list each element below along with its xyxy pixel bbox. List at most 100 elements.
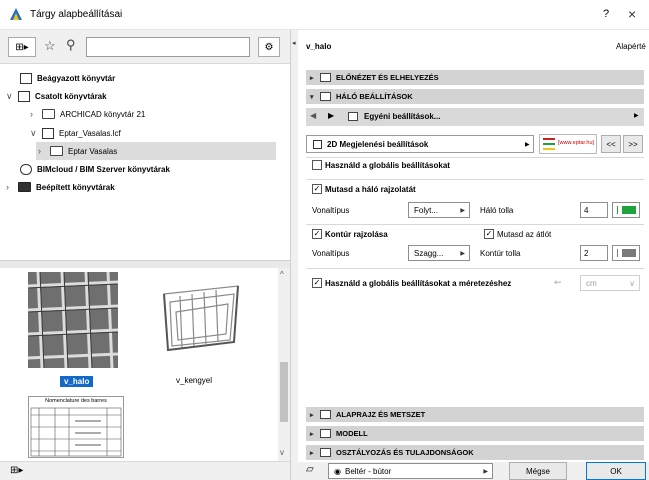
thumbnail-v-kengyel[interactable]: v_kengyel [150,272,250,388]
next-page-icon[interactable]: ▶ [328,111,334,120]
contour-pen-input[interactable]: 2 [580,245,608,261]
linked-library-icon [18,90,30,102]
next-settings-button[interactable]: >> [623,135,643,153]
mesh-pen-color-swatch[interactable] [612,202,640,218]
default-label: Alapérté [616,42,646,51]
section-classification[interactable]: ▸ OSZTÁLYOZÁS ÉS TULAJDONSÁGOK [306,445,644,460]
chevron-down-icon[interactable]: ∨ [6,91,18,102]
tree-item-eptar-vasalas[interactable]: › Eptar Vasalas [36,142,276,160]
tree-item-eptar-lcf[interactable]: ∨ Eptar_Vasalas.lcf [30,124,121,142]
title-bar: Tárgy alapbeállításai ? × [0,0,649,30]
checkbox-box [312,160,322,170]
folder-icon [50,146,63,156]
gear-icon: ⚙ [264,41,274,53]
thumbnail-v-halo[interactable]: v_halo [27,271,119,388]
app-icon [10,8,22,20]
scroll-down-icon[interactable]: v [280,448,284,457]
chevron-right-icon[interactable]: › [30,109,42,119]
unit-dropdown[interactable]: cm ∨ [580,275,640,291]
tree-item-embedded-library[interactable]: Beágyazott könyvtár [20,69,115,87]
scrollbar-thumb[interactable] [280,362,288,422]
divider [306,157,644,158]
divider [306,268,644,269]
line-type-dropdown-2[interactable]: Szagg... ▶ [408,245,470,261]
custom-settings-bar: ◀ ▶ Egyéni beállítások... ▶ [306,108,644,126]
ok-button[interactable]: OK [586,462,646,480]
tree-item-archicad-library[interactable]: › ARCHICAD könyvtár 21 [30,105,145,123]
settings-page-icon [348,112,358,121]
pane-splitter[interactable] [0,260,290,268]
scroll-up-icon[interactable]: ^ [280,270,284,279]
prev-settings-button[interactable]: << [601,135,621,153]
mesh-pen-input[interactable]: 4 [580,202,608,218]
dropdown-arrow-icon: ▶ [525,142,530,148]
contour-pen-label: Kontúr tolla [480,249,521,258]
section-plan[interactable]: ▸ ALAPRAJZ ÉS METSZET [306,407,644,422]
window-title: Tárgy alapbeállításai [30,9,123,20]
library-settings-button[interactable]: ⚙ [258,37,280,57]
mesh-pen-label: Háló tolla [480,206,514,215]
mesh-icon [320,92,331,101]
show-diagonal-checkbox[interactable]: ✓ Mutasd az átlót [484,229,551,239]
line-type-dropdown-1[interactable]: Folyt... ▶ [408,202,470,218]
use-global-checkbox[interactable]: Használd a globális beállításokat [312,160,450,170]
search-icon[interactable]: ⚲ [66,37,76,53]
tree-item-builtin[interactable]: › Beépített könyvtárak [6,178,115,196]
chevron-right-icon: ▸ [310,74,314,82]
folder-icon [18,182,31,192]
chevron-down-icon[interactable]: ∨ [30,128,42,139]
folder-icon [42,109,55,119]
library-tree: Beágyazott könyvtár ∨ Csatolt könyvtárak… [0,64,290,260]
help-button[interactable]: ? [603,8,609,20]
section-model[interactable]: ▸ MODELL [306,426,644,441]
thumbnail-label-v-kengyel: v_kengyel [176,376,213,385]
classification-icon [320,448,331,457]
panel-divider[interactable]: ◂ [290,30,298,480]
plan-section-icon [320,410,331,419]
eptar-logo-text: [www.eptar.hu] [558,140,595,146]
settings-panel: v_halo Alapérté ▸ ELŐNÉZET ÉS ELHELYEZÉS… [298,30,649,480]
use-global-dimension-checkbox[interactable]: ✓ Használd a globális beállításokat a mé… [312,278,511,288]
dimension-icon: ⇜ [554,277,562,287]
nomenclature-table-image [30,407,122,457]
chevron-down-icon: ▾ [310,93,314,101]
chevron-right-icon[interactable]: › [38,146,50,156]
close-button[interactable]: × [628,6,636,22]
show-mesh-checkbox[interactable]: ✓ Mutasd a háló rajzolatát [312,184,416,194]
checkbox-box: ✓ [312,184,322,194]
preview-icon [320,73,331,82]
search-input[interactable] [86,37,250,57]
contour-pen-color [622,249,636,257]
checkbox-box: ✓ [484,229,494,239]
line-type-label-1: Vonaltípus [312,206,350,215]
thumbnail-label-v-halo: v_halo [60,376,94,387]
cancel-button[interactable]: Mégse [509,462,567,480]
chevron-right-icon: ▸ [310,430,314,438]
tree-item-bimcloud[interactable]: BIMcloud / BIM Szerver könyvtárak [20,160,170,178]
library-footer: ⊞▸ [0,461,290,480]
chevron-right-icon[interactable]: › [6,182,18,192]
favorites-star-icon[interactable]: ☆ [44,38,56,54]
thumbnail-scrollbar[interactable]: ^ v [278,268,290,461]
contour-checkbox[interactable]: ✓ Kontúr rajzolása [312,229,388,239]
library-view-button[interactable]: ⊞▸ [8,37,36,57]
tree-item-linked-libraries[interactable]: ∨ Csatolt könyvtárak [6,87,107,105]
model-cube-icon [320,429,331,438]
eptar-logo: [www.eptar.hu] [539,134,597,154]
dropdown-arrow-icon[interactable]: ▶ [634,112,639,119]
prev-page-icon[interactable]: ◀ [310,111,316,120]
custom-settings-dropdown[interactable]: Egyéni beállítások... [364,112,440,121]
library-manager-icon[interactable]: ⊞▸ [10,465,23,476]
object-thumbnails: v_halo v_kengyel Nomenclature des barres [0,268,278,461]
layer-icon: ▱ [306,464,314,475]
thumbnail-nomenclature[interactable]: Nomenclature des barres [28,396,124,458]
divider [306,179,644,180]
chevron-right-icon: ▸ [310,411,314,419]
checkbox-box: ✓ [312,229,322,239]
collapse-arrow-icon[interactable]: ◂ [292,39,296,47]
section-mesh[interactable]: ▾ HÁLÓ BEÁLLÍTÁSOK [306,89,644,104]
contour-pen-color-swatch[interactable] [612,245,640,261]
display-settings-dropdown[interactable]: 2D Megjelenési beállítások ▶ [306,135,534,153]
layer-dropdown[interactable]: ◉ Beltér - bútor ▶ [328,463,493,479]
section-preview[interactable]: ▸ ELŐNÉZET ÉS ELHELYEZÉS [306,70,644,85]
